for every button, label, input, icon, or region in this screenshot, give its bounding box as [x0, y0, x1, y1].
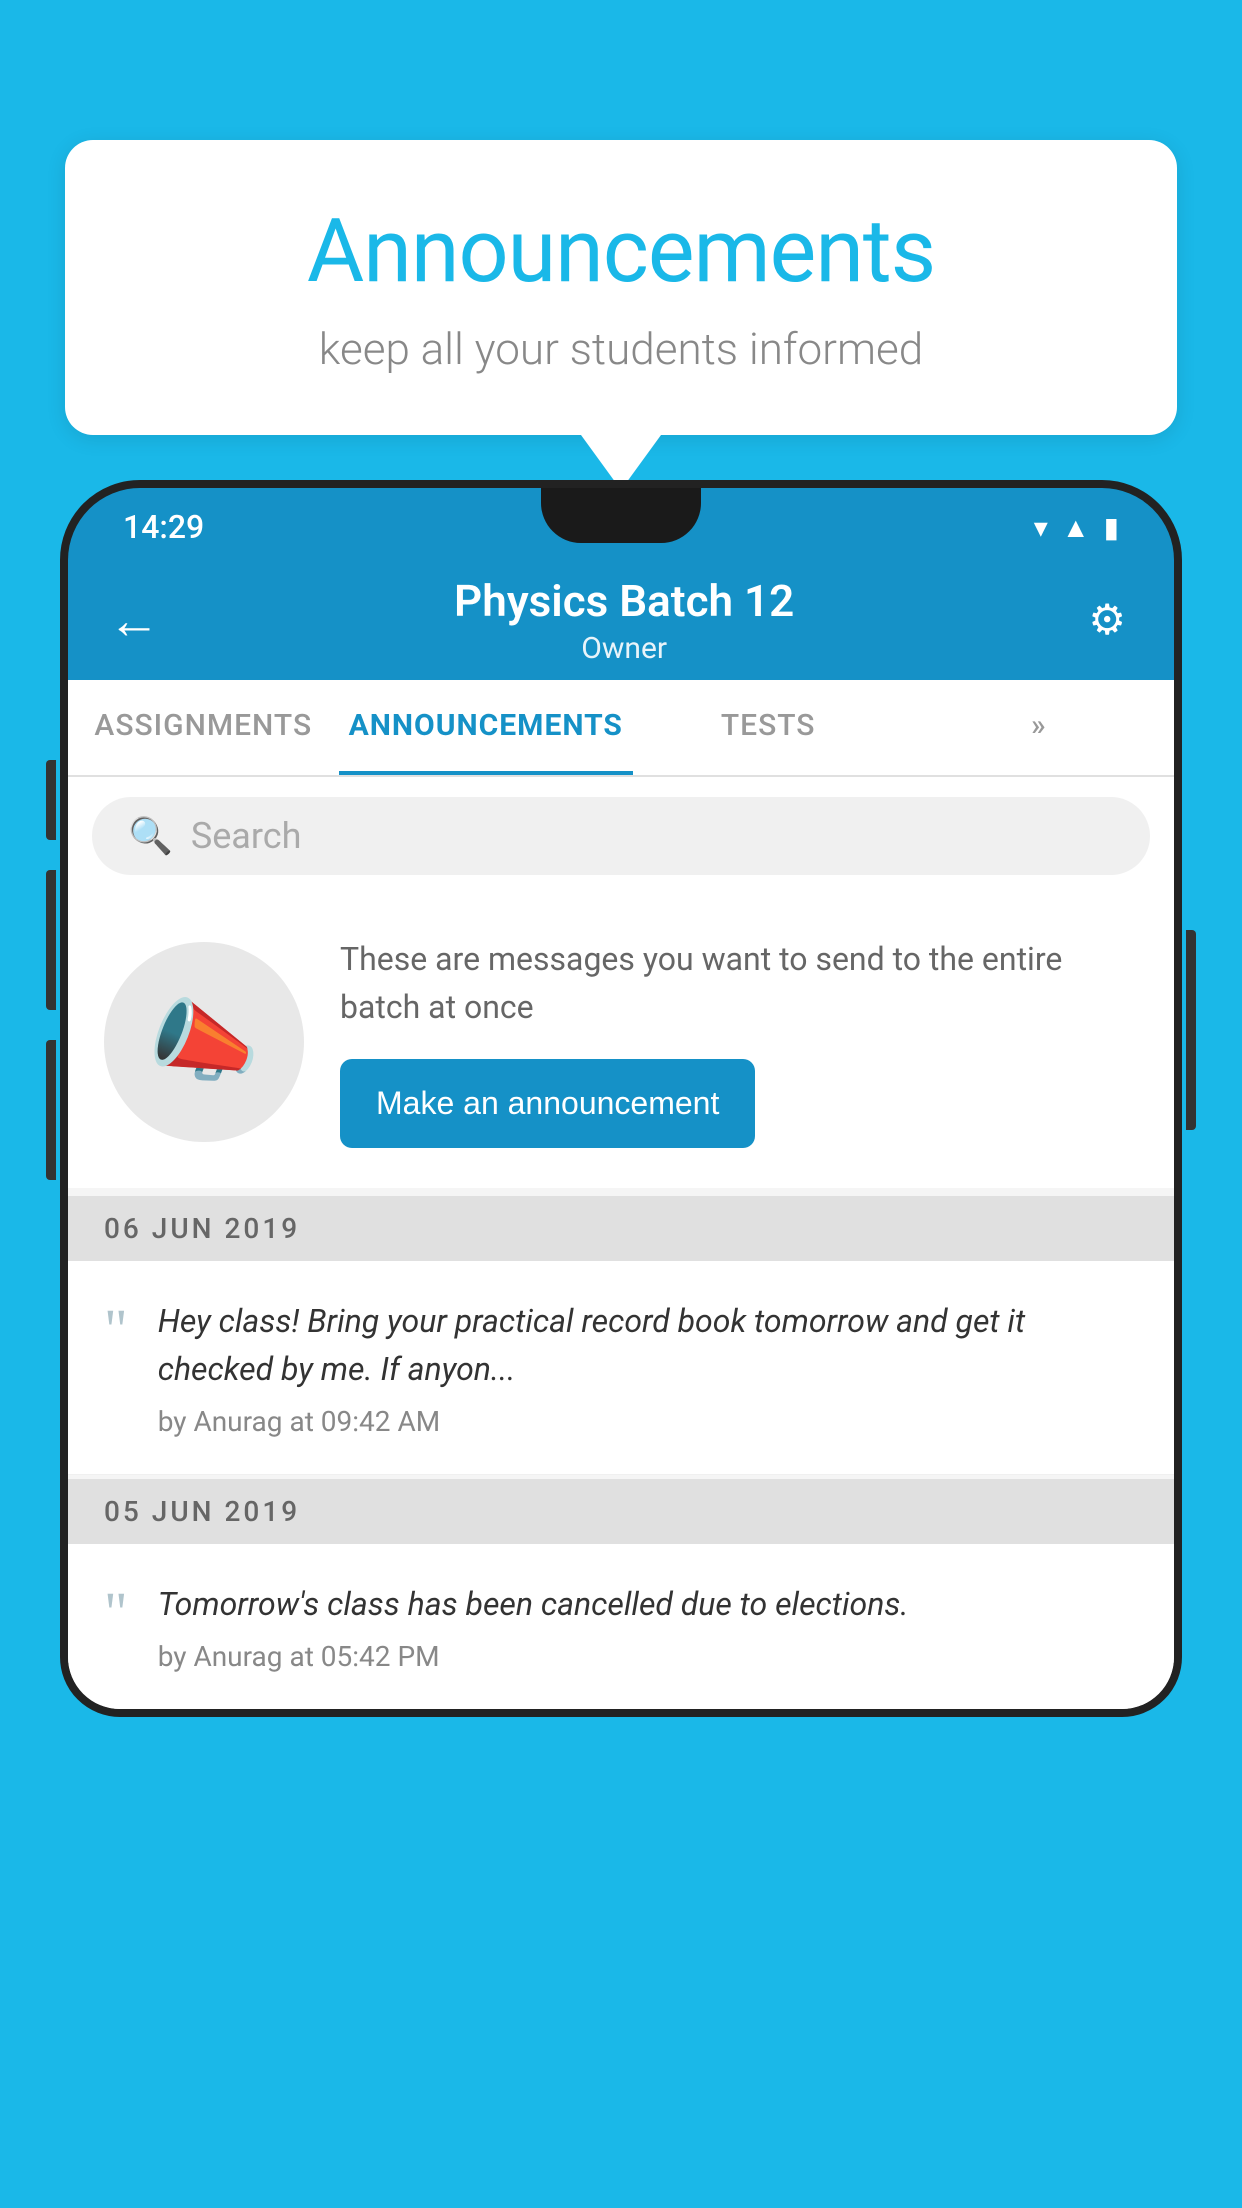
phone-frame: 14:29 ▾ ▲ ▮ ← Physics Batch 12 Owner ⚙ A…: [60, 480, 1182, 1717]
settings-button[interactable]: ⚙: [1088, 595, 1126, 645]
tabs-bar: ASSIGNMENTS ANNOUNCEMENTS TESTS »: [68, 680, 1174, 777]
announcement-text-2: Tomorrow's class has been cancelled due …: [158, 1580, 1138, 1628]
search-bar[interactable]: 🔍 Search: [92, 797, 1150, 875]
announcement-item-1[interactable]: " Hey class! Bring your practical record…: [68, 1261, 1174, 1475]
status-time: 14:29: [123, 508, 204, 546]
prompt-description: These are messages you want to send to t…: [340, 935, 1138, 1031]
back-button[interactable]: ←: [108, 590, 160, 651]
prompt-right: These are messages you want to send to t…: [340, 935, 1138, 1148]
phone-side-button-3: [46, 1040, 56, 1180]
phone-side-button-right: [1186, 930, 1196, 1130]
batch-role: Owner: [160, 631, 1088, 666]
date-separator-1: 06 JUN 2019: [68, 1196, 1174, 1261]
speech-bubble: Announcements keep all your students inf…: [65, 140, 1177, 435]
search-placeholder: Search: [191, 815, 302, 857]
battery-icon: ▮: [1104, 511, 1119, 544]
megaphone-icon: 📣: [148, 989, 260, 1094]
header-center: Physics Batch 12 Owner: [160, 575, 1088, 666]
quote-icon-2: ": [104, 1584, 128, 1642]
phone-wrapper: 14:29 ▾ ▲ ▮ ← Physics Batch 12 Owner ⚙ A…: [60, 480, 1182, 2208]
megaphone-circle: 📣: [104, 942, 304, 1142]
date-separator-2: 05 JUN 2019: [68, 1479, 1174, 1544]
tab-tests[interactable]: TESTS: [633, 680, 904, 775]
signal-icon: ▲: [1062, 511, 1090, 544]
announcement-text-1: Hey class! Bring your practical record b…: [158, 1297, 1138, 1393]
tab-announcements[interactable]: ANNOUNCEMENTS: [339, 680, 633, 775]
make-announcement-button[interactable]: Make an announcement: [340, 1059, 755, 1148]
announcement-content-2: Tomorrow's class has been cancelled due …: [158, 1580, 1138, 1673]
phone-side-button-2: [46, 870, 56, 1010]
phone-side-button-1: [46, 760, 56, 840]
speech-bubble-section: Announcements keep all your students inf…: [65, 140, 1177, 490]
announcement-prompt: 📣 These are messages you want to send to…: [68, 895, 1174, 1188]
search-bar-wrapper: 🔍 Search: [68, 777, 1174, 895]
quote-icon-1: ": [104, 1301, 128, 1359]
announcement-meta-1: by Anurag at 09:42 AM: [158, 1405, 1138, 1438]
speech-bubble-title: Announcements: [145, 200, 1097, 303]
app-header: ← Physics Batch 12 Owner ⚙: [68, 560, 1174, 680]
date-label-1: 06 JUN 2019: [104, 1212, 300, 1245]
tab-more[interactable]: »: [903, 680, 1174, 775]
batch-title: Physics Batch 12: [160, 575, 1088, 627]
tab-assignments[interactable]: ASSIGNMENTS: [68, 680, 339, 775]
status-icons: ▾ ▲ ▮: [1034, 511, 1119, 544]
search-icon: 🔍: [128, 815, 173, 857]
speech-bubble-subtitle: keep all your students informed: [145, 323, 1097, 375]
announcement-meta-2: by Anurag at 05:42 PM: [158, 1640, 1138, 1673]
phone-notch: [541, 488, 701, 543]
content-area: 🔍 Search 📣 These are messages you want t…: [68, 777, 1174, 1709]
date-label-2: 05 JUN 2019: [104, 1495, 300, 1528]
announcement-item-2[interactable]: " Tomorrow's class has been cancelled du…: [68, 1544, 1174, 1709]
wifi-icon: ▾: [1034, 511, 1048, 544]
announcement-content-1: Hey class! Bring your practical record b…: [158, 1297, 1138, 1438]
